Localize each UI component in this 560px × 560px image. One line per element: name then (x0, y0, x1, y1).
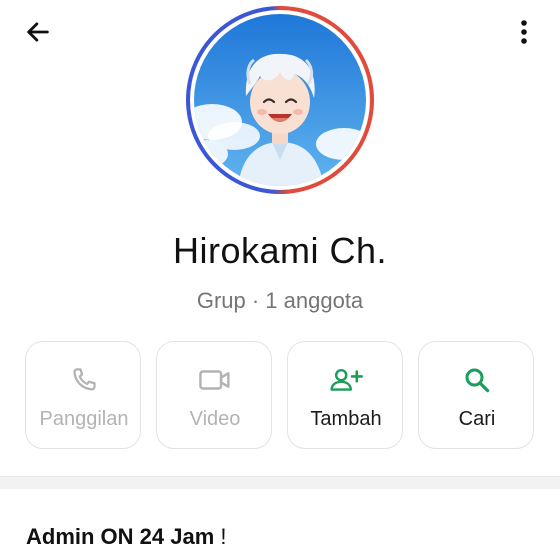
avatar-story-ring[interactable] (186, 6, 374, 194)
add-member-button[interactable]: Tambah (287, 341, 403, 449)
phone-icon (73, 368, 96, 391)
add-person-icon (330, 368, 363, 391)
search-button[interactable]: Cari (418, 341, 534, 449)
add-member-button-label: Tambah (310, 408, 382, 430)
group-description-rest: ! (214, 524, 227, 549)
video-button-label: Video (189, 408, 241, 430)
profile-name: Hirokami Ch. (172, 230, 388, 271)
action-bar: Panggilan Video Tambah Cari (25, 341, 535, 451)
call-button[interactable]: Panggilan (25, 341, 141, 449)
call-button-label: Panggilan (39, 408, 129, 430)
profile-subtitle: Grup · 1 anggota (196, 288, 364, 313)
arrow-left-icon (27, 22, 49, 42)
search-icon (465, 368, 490, 393)
group-description-bold: Admin ON 24 Jam (26, 524, 215, 549)
video-icon (199, 370, 230, 390)
section-divider (0, 476, 560, 489)
more-vertical-icon (521, 20, 527, 44)
group-description: Admin ON 24 Jam ! (26, 524, 227, 550)
avatar[interactable] (194, 14, 366, 186)
video-button[interactable]: Video (156, 341, 272, 449)
back-button[interactable] (20, 14, 56, 50)
more-options-button[interactable] (506, 14, 542, 50)
search-button-label: Cari (458, 408, 496, 430)
